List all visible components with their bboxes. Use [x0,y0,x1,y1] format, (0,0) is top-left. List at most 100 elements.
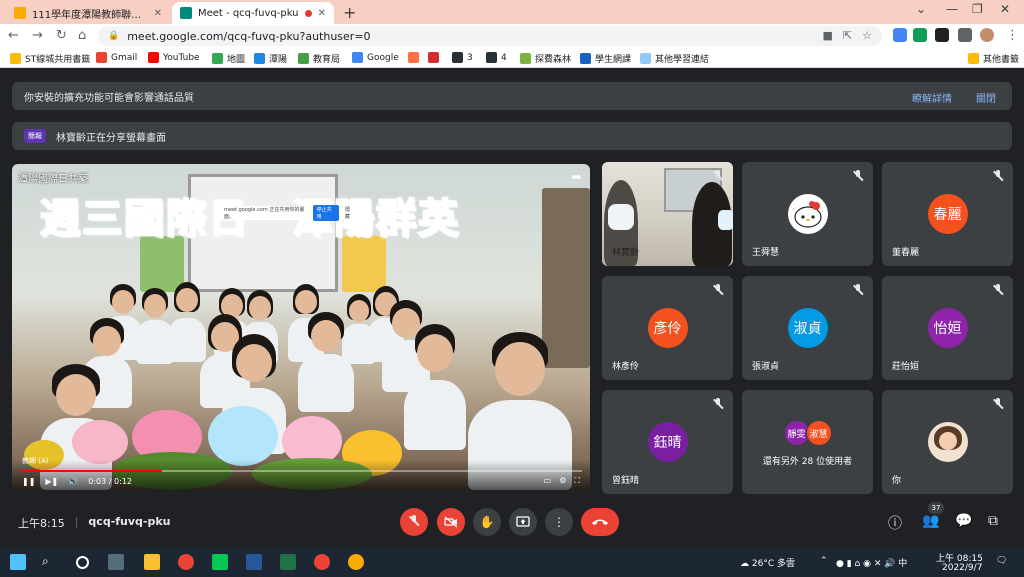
file-explorer-icon[interactable] [144,554,160,570]
extension-grid-icon[interactable] [893,28,907,42]
excel-icon[interactable] [280,554,296,570]
participant-tile-camera[interactable]: 林寶齡 [602,162,733,266]
bookmark-item[interactable] [408,52,419,63]
new-tab-button[interactable]: + [343,3,356,22]
fullscreen-icon[interactable]: ⛶ [574,476,580,486]
menu-kebab-icon[interactable]: ⋮ [1006,28,1019,43]
other-participants-tile[interactable]: 靜雯 淑慧 還有另外 28 位使用者 [742,390,873,494]
next-icon[interactable]: ▶❚ [45,477,58,486]
bookmark-item[interactable]: 4 [486,52,507,63]
search-icon[interactable]: ⌕ [42,554,58,570]
back-arrow-icon[interactable]: ← [8,28,19,43]
tray-expand-icon[interactable]: ⌃ [820,556,828,566]
clock-date[interactable]: 2022/9/7 [942,563,982,573]
notifications-icon[interactable]: 🗨 [996,556,1007,566]
line-app-icon[interactable] [212,554,228,570]
tab-meet[interactable]: Meet - qcq-fuvq-pku ✕ [172,2,334,24]
presenting-badge: 簡報 [24,129,46,143]
presentation-label: 潭陽國際日共築 [18,174,88,185]
participant-tile[interactable]: 王舜慧 [742,162,873,266]
windows-taskbar: ⌕ ☁ 26°C 多雲 ⌃ ● ▮ ⌂ ◉ ✕ 🔊 中 上午 08:15 202… [0,547,1024,577]
present-now-button[interactable] [509,508,537,536]
mic-off-icon [993,398,1003,412]
camera-toggle-button[interactable] [437,508,465,536]
camera-indicator-icon[interactable]: ■ [823,29,833,42]
chrome-icon[interactable] [314,554,330,570]
subtitles-icon[interactable]: ▭ [544,476,552,486]
cortana-icon[interactable] [76,556,89,569]
close-tab-icon[interactable]: ✕ [318,8,326,19]
stacked-avatars: 靜雯 淑慧 [783,420,832,446]
chevron-down-icon[interactable]: ⌄ [916,2,926,16]
raise-hand-button[interactable]: ✋ [473,508,501,536]
bookmark-item[interactable]: YouTube [148,52,200,63]
bookmark-star-icon[interactable]: ☆ [862,29,872,42]
leave-call-button[interactable] [581,508,619,536]
forward-arrow-icon[interactable]: → [32,28,43,43]
chrome-canary-icon[interactable] [348,554,364,570]
participant-tile[interactable]: 春麗 董春麗 [882,162,1013,266]
bookmark-item[interactable]: Gmail [96,52,137,63]
address-bar[interactable]: 🔒 meet.google.com/qcq-fuvq-pku?authuser=… [98,26,882,46]
chat-icon[interactable]: 💬 [955,513,972,529]
participant-tile[interactable]: 彥伶 林彥伶 [602,276,733,380]
participant-tile[interactable]: 怡姮 莊怡姮 [882,276,1013,380]
participant-name: 張淑貞 [752,362,780,372]
settings-gear-icon[interactable]: ⚙ [559,476,566,486]
bookmark-item[interactable]: 潭陽 [254,52,287,65]
participant-tile[interactable]: 鈺晴 曾鈺晴 [602,390,733,494]
bookmark-item[interactable]: Google [352,52,399,63]
wall-poster [140,236,184,292]
extension-icon[interactable] [913,28,927,42]
shared-screen[interactable]: 週三國際日 潭陽群英 meet.google.com 正在共用你的畫面。 停止共… [12,164,590,490]
mic-off-icon [713,398,723,412]
cat-face-icon [788,195,827,233]
side-panel-icon[interactable] [958,28,972,42]
bookmark-item[interactable]: 學生網課 [580,52,631,65]
minimize-icon[interactable]: — [946,2,958,16]
bookmark-item[interactable]: 探費森林 [520,52,571,65]
pause-icon[interactable]: ❚❚ [22,477,35,486]
task-view-icon[interactable] [108,554,124,570]
bookmark-item[interactable]: ST線城共用書籤 [10,52,90,65]
chrome-icon[interactable] [178,554,194,570]
self-tile[interactable]: 你 [882,390,1013,494]
close-tab-icon[interactable]: ✕ [154,8,162,19]
hide-popup-button[interactable]: 隱藏 [345,206,354,220]
share-icon[interactable]: ⇱ [843,29,852,42]
bookmark-item[interactable] [428,52,439,63]
microphone-toggle-button[interactable] [400,508,428,536]
close-window-icon[interactable]: ✕ [1000,2,1010,16]
volume-icon[interactable]: 🔊 [68,477,78,486]
people-icon[interactable]: 👥 [922,513,939,529]
tab-classroom[interactable]: 111學年度潭陽教師聯絡教室 ✕ [6,2,170,24]
windows-start-icon[interactable] [10,554,26,570]
activities-icon[interactable]: ⧉ [988,513,998,529]
weather-widget[interactable]: ☁ 26°C 多雲 [740,556,795,569]
dismiss-banner-button[interactable]: 關閉 [976,90,996,105]
stop-sharing-button[interactable]: 停止共用 [312,205,339,221]
lock-icon: 🔒 [108,31,120,41]
tray-icons[interactable]: ● ▮ ⌂ ◉ ✕ 🔊 中 [836,556,907,569]
bookmark-item[interactable]: 3 [452,52,473,63]
meeting-details-info-icon[interactable]: ⓘ [888,513,902,533]
word-icon[interactable] [246,554,262,570]
hang-up-icon [592,519,608,525]
site-icon [408,52,419,63]
bookmark-item[interactable]: 地圖 [212,52,245,65]
participant-tile[interactable]: 淑貞 張淑貞 [742,276,873,380]
more-options-button[interactable]: ⋮ [545,508,573,536]
present-screen-icon [516,516,530,527]
learn-more-link[interactable]: 瞭解詳情 [912,90,952,105]
maximize-icon[interactable]: ❐ [972,2,983,16]
home-icon[interactable]: ⌂ [78,28,86,43]
site-icon [580,53,591,64]
bookmark-item[interactable]: 其他學習連結 [640,52,709,65]
share-arrow-icon[interactable]: ➦ [571,170,582,185]
bookmark-item[interactable]: 教育局 [298,52,340,65]
reload-icon[interactable]: ↻ [56,28,67,43]
bookmark-item[interactable]: 其他書籤 [968,52,1019,65]
profile-avatar[interactable] [980,28,994,42]
video-progress-bar[interactable] [22,470,582,472]
extensions-puzzle-icon[interactable] [935,28,949,42]
